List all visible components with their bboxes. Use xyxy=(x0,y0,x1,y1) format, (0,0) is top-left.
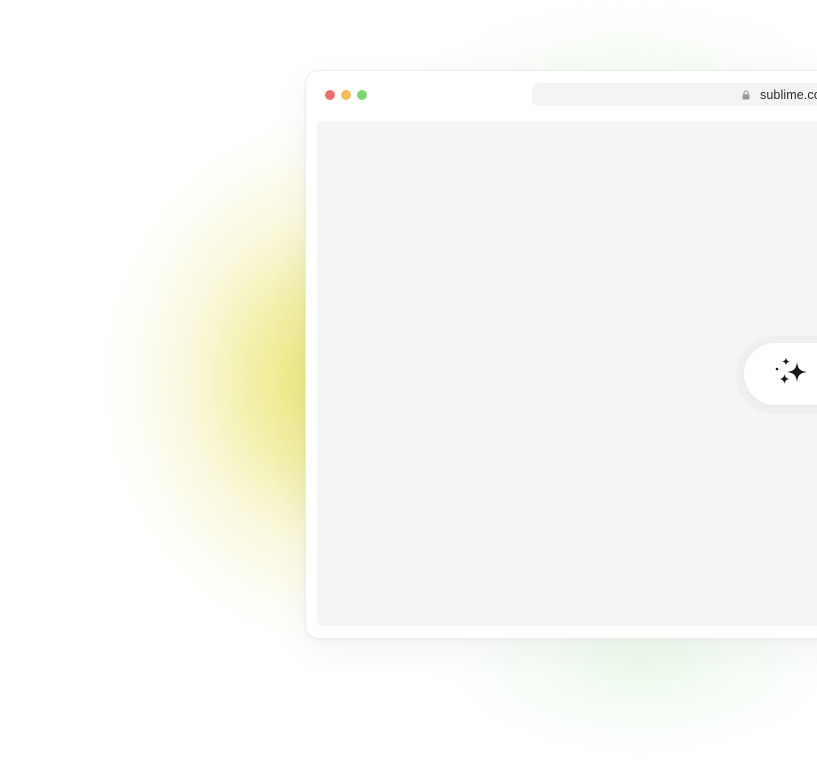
page-viewport xyxy=(317,121,817,626)
lock-icon xyxy=(742,89,750,100)
address-bar[interactable]: sublime.cor xyxy=(532,83,817,106)
close-window-button[interactable] xyxy=(325,90,335,100)
address-url: sublime.cor xyxy=(760,87,817,102)
minimize-window-button[interactable] xyxy=(341,90,351,100)
maximize-window-button[interactable] xyxy=(357,90,367,100)
browser-window: sublime.cor xyxy=(305,70,817,639)
sparkles-icon xyxy=(775,357,811,392)
ai-sparkles-button[interactable] xyxy=(744,343,817,405)
page-background: sublime.cor xyxy=(0,0,817,761)
window-controls xyxy=(325,90,367,100)
